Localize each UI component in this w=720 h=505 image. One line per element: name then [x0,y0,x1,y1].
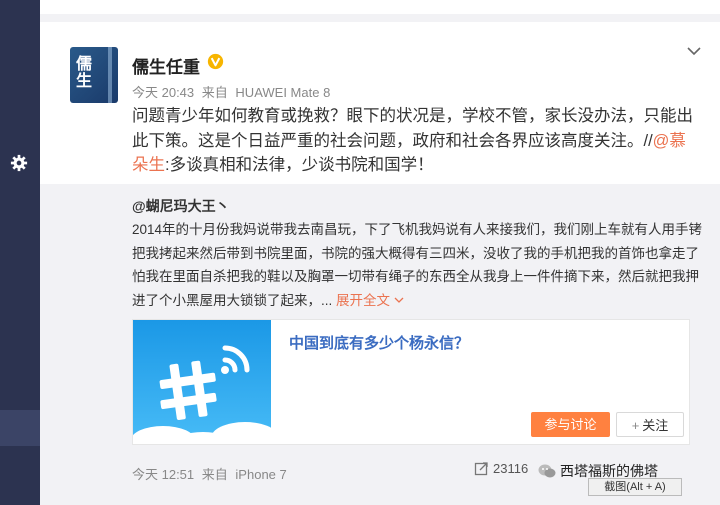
reposted-content: @蝴尼玛大王丶 2014年的十月份我妈说带我去南昌玩，下了飞机我妈说有人来接我们… [40,184,720,505]
repost-time[interactable]: 今天 12:51 [132,467,194,482]
screenshot-tooltip: 截图(Alt + A) [588,478,682,496]
expand-label: 展开全文 [336,292,391,308]
post-text-tail: :多谈真相和法律，少谈书院和国学！ [165,156,434,174]
post-text: 问题青少年如何教育或挽救？眼下的状况是，学校不管，家长没办法，只能出此下策。这是… [132,104,700,178]
repost-body: 2014年的十月份我妈说带我去南昌玩，下了飞机我妈说有人来接我们，我们刚上车就有… [132,222,703,308]
previous-card-bottom [40,0,720,14]
post-time[interactable]: 今天 20:43 [132,85,194,100]
share-icon [474,462,488,476]
avatar-glyph: 儒生 [76,54,93,90]
verified-v-icon [207,53,224,70]
share-count: 23116 [493,461,529,476]
hashtag-wifi-icon [133,320,271,444]
repost-meta: 今天 12:51 来自 iPhone 7 [132,464,291,483]
post-text-main: 问题青少年如何教育或挽救？眼下的状况是，学校不管，家长没办法，只能出此下策。这是… [132,107,693,150]
topic-link-card[interactable]: 中国到底有多少个杨永信？ 参与讨论 + 关注 [132,319,690,445]
card-gap [40,14,720,22]
wechat-icon [538,464,556,478]
post-meta: 今天 20:43 来自 HUAWEI Mate 8 [132,82,334,101]
left-sidebar [0,0,40,505]
repost-from-label: 来自 [201,467,228,482]
expand-chevron-icon [394,297,404,303]
follow-label: 关注 [642,418,669,433]
avatar[interactable]: 儒生 [70,47,118,103]
join-discussion-button[interactable]: 参与讨论 [531,412,610,437]
avatar-stripe [108,47,112,103]
gear-icon[interactable] [10,154,28,172]
sidebar-selected-item[interactable] [0,410,40,446]
topic-title[interactable]: 中国到底有多少个杨永信？ [289,332,469,353]
repost-device: iPhone 7 [235,467,287,482]
plus-icon: + [631,418,640,433]
repost-username[interactable]: @蝴尼玛大王丶 [132,196,230,216]
chevron-down-icon[interactable] [686,44,702,58]
follow-button[interactable]: + 关注 [616,412,684,437]
repost-share-button[interactable]: 23116 [474,461,528,476]
watermark-text: 西塔福斯的佛塔 [560,463,658,479]
post-device: HUAWEI Mate 8 [235,85,331,100]
post-username[interactable]: 儒生任重 [132,53,200,78]
post-from-label: 来自 [201,85,228,100]
repost-text: 2014年的十月份我妈说带我去南昌玩，下了飞机我妈说有人来接我们，我们刚上车就有… [132,218,712,312]
expand-full-text-link[interactable]: 展开全文 [336,293,404,308]
